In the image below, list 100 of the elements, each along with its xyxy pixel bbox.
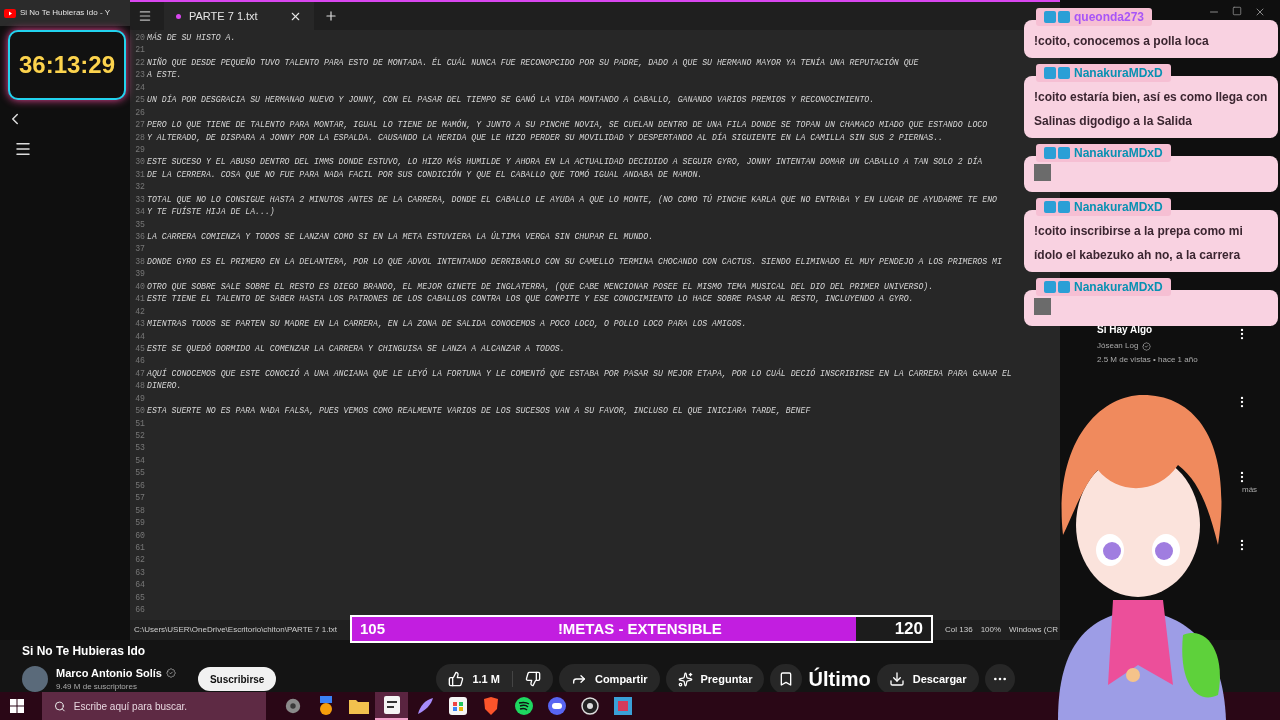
verified-icon <box>1142 341 1152 351</box>
file-path: C:\Users\USER\OneDrive\Escritorio\chiton\PARTE 7 1.txt <box>134 624 337 636</box>
line-number: 24 <box>134 81 145 94</box>
app-tile-icon <box>613 697 632 715</box>
text-line: ESTE SUCESO Y EL ABUSO DENTRO DEL IMMS DONDE ESTUVO, LO HIZO MÁS HUMILDE Y AHORA EN LA ACTUALIDAD DECIDIDO A SEGUIR GYRO, JONNY INTENTAN DOMAR UN CABALLO A TAN SOLO 2 DÍA <box>147 156 983 169</box>
line-number: 25 <box>134 94 145 107</box>
line-number: 60 <box>134 529 145 542</box>
channel-name[interactable]: Marco Antonio Solís <box>56 664 162 682</box>
line-number: 32 <box>134 181 145 194</box>
windows-icon[interactable] <box>10 699 24 713</box>
subscribe-button[interactable]: Suscribirse <box>197 667 277 691</box>
taskbar-app-button[interactable] <box>375 692 408 720</box>
text-line: PERO LO QUE TIENE DE TALENTO PARA MONTAR, IGUAL LO TIENE DE MAMÓN, Y JUNTO A SU PINCHE NOVIA, SE CUELAN DENTRO DE UNA FILA DONDE SE TOPAN UN CHAMACO MIADO QUE ESTANDO LOCO <box>147 119 988 132</box>
badge-icon <box>1044 147 1070 159</box>
text-line: MÁS DE SU HISTO A. <box>147 32 236 44</box>
line-number: 62 <box>134 554 145 567</box>
line-number: 47 <box>134 367 145 380</box>
line-number: 48 <box>134 380 145 393</box>
line-number: 65 <box>134 591 145 604</box>
video-title: Si No Te Hubieras Ido <box>22 643 147 660</box>
line-number: 20 <box>134 32 145 44</box>
line-number: 34 <box>134 206 145 219</box>
text-line: MIENTRAS TODOS SE PARTEN SU MADRE EN LA CARRERA, EN LA ZONA DE SALIDA CONOCEMOS A POCO LOCO, O POLLO LOCO PARA LOS AMIGOS. <box>147 318 747 331</box>
badge-icon <box>1044 67 1070 79</box>
browser-tab[interactable]: Si No Te Hubieras Ido - Y <box>0 0 130 26</box>
line-number: 43 <box>134 318 145 331</box>
line-number: 26 <box>134 106 145 119</box>
video-meta: 2.5 M de vistas • hace 1 año <box>1097 354 1199 366</box>
text-line: TOTAL QUE NO LO CONSIGUE HASTA 2 MINUTOS ANTES DE LA CARRERA, DONDE EL CABALLO LE AYUDA A QUE LO MONTE, (NO COMO TÚ PINCHE KARLA QUE NO ENTRABA Y EN LUGAR DE AYUDARME TE ENO <box>147 193 997 206</box>
search-icon <box>54 699 66 713</box>
save-button[interactable] <box>770 664 803 694</box>
line-number: 30 <box>134 156 145 169</box>
search-field[interactable]: Escribe aquí para buscar. <box>42 692 266 720</box>
verified-icon <box>165 668 176 678</box>
line-number: 63 <box>134 566 145 579</box>
search-input[interactable]: Escribe aquí para buscar. <box>73 698 254 714</box>
feather-icon <box>415 697 434 715</box>
text-line: LA CARRERA COMIENZA Y TODOS SE LANZAN COMO SI EN LA META ESTUVIERA LA ÚLTIMA VERGA SIN CHUPAR EL MUNDO. <box>147 231 654 243</box>
file-tab[interactable]: PARTE 7 1.txt <box>164 2 314 30</box>
line-number: 27 <box>134 119 145 132</box>
text-line: DE LA CERRERA. COSA QUE NO FUE PARA NADA FACIL POR SUS CONDICIÓN Y QUE EL CABALLO QUE TOMÓ IGUAL ANDABA DE MAMON. <box>147 168 703 181</box>
zoom-level: 100% <box>980 624 1002 636</box>
line-number: 59 <box>134 517 145 530</box>
share-button[interactable]: Compartir <box>558 664 660 694</box>
text-line: UN DÍA POR DESGRACIA SU HERMANAO NUEVO Y JONNY, CON EL PASAR DEL TIEMPO SE GANÓ LA VIDA MONTANDO A CABALLO, GANANDO VARIOS PREMIOS Y RECONOCIMIENTO. <box>147 94 875 107</box>
sparkle-icon <box>677 671 693 687</box>
line-number: 66 <box>134 604 145 617</box>
line-number: 36 <box>134 231 145 243</box>
ask-button[interactable]: Preguntar <box>665 664 765 694</box>
channel-name[interactable]: Jósean Log <box>1097 340 1139 352</box>
goal-start: 105 <box>360 618 386 639</box>
line-number: 56 <box>134 479 145 492</box>
download-button[interactable]: Descargar <box>876 664 979 694</box>
download-icon <box>888 671 905 687</box>
chat-message: !coito inscribirse a la prepa como mi ídolo el kabezuko ah no, a la carrera <box>1034 224 1243 262</box>
goal-label: !METAS - EXTENSIBLE <box>556 618 723 639</box>
text-line: ESTA SUERTE NO ES PARA NADA FALSA, PUES VEMOS COMO REALMENTE VARIOS DE LOS SUCESOS VAN A SU FAVOR, INCLUSO EL QUE INICIARA TARDE, BENEF <box>147 405 811 418</box>
chat-message: !coito, conocemos a polla loca <box>1034 34 1209 48</box>
chat-username: NanakuraMDxD <box>1074 145 1163 162</box>
close-icon[interactable] <box>1254 6 1266 18</box>
line-number: 46 <box>134 355 145 368</box>
line-number: 64 <box>134 579 145 592</box>
line-number: 39 <box>134 268 145 281</box>
line-number: 57 <box>134 492 145 505</box>
chat-username: NanakuraMDxD <box>1074 199 1163 216</box>
menu-icon[interactable] <box>14 140 32 158</box>
emote-image <box>1034 298 1051 315</box>
text-line: ESTE SE QUEDÓ DORMIDO AL COMENZAR LA CARRERA Y CHINGUISA SE LANZA A ALCANZAR A TODOS. <box>147 342 565 355</box>
line-number: 37 <box>134 243 145 256</box>
line-number: 35 <box>134 218 145 231</box>
avatar[interactable] <box>22 666 48 692</box>
line-number: 50 <box>134 405 145 418</box>
line-number: 29 <box>134 143 145 156</box>
shield-icon <box>482 697 499 715</box>
store-icon <box>448 697 467 715</box>
like-button[interactable]: 1.1 M <box>436 670 513 688</box>
line-number: 49 <box>134 392 145 405</box>
folder-icon <box>348 698 369 714</box>
line-number: 41 <box>134 293 145 306</box>
sound-waves-icon <box>514 697 533 715</box>
badge-icon <box>1044 201 1070 213</box>
line-number: 28 <box>134 131 145 144</box>
line-number: 53 <box>134 442 145 455</box>
text-line: NIÑO QUE DESDE PEQUEÑO TUVO TALENTO PARA ESTO DE MONTADA. ÉL CUÁL NUNCA FUE RECONOPCIDO POR SU PADRE, DADO A QUE SU HERMANO MAYOR YA TENÍA UNA REPUTACIÓN QUE <box>147 56 919 69</box>
thumbs-up-icon <box>448 671 465 687</box>
line-number: 22 <box>134 56 145 69</box>
timer-text: 36:13:29 <box>18 50 116 80</box>
text-line: OTRO QUE SOBRE SALE SOBRE EL RESTO ES DIEGO BRANDO, EL MEJOR GINETE DE INGLATERRA, (QUE CABE MENCIONAR POSEE EL MISMO TEMA MUSICAL DEL DIO DEL PRIMER UNIVERSO). <box>147 280 934 293</box>
controller-icon <box>547 697 566 715</box>
restore-icon[interactable] <box>1232 6 1242 16</box>
badge-icon <box>1044 11 1070 23</box>
line-number: 51 <box>134 417 145 430</box>
subscriber-count: 9.49 M de suscriptores <box>56 681 138 694</box>
line-number: 40 <box>134 280 145 293</box>
text-line: DINERO. <box>147 380 182 393</box>
line-number: 21 <box>134 44 145 57</box>
line-number: 42 <box>134 305 145 318</box>
line-number: 31 <box>134 168 145 181</box>
notepad-icon <box>383 696 400 714</box>
add-tab-icon[interactable] <box>324 9 338 23</box>
